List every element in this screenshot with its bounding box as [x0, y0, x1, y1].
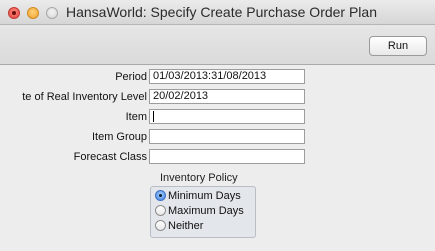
text-cursor [153, 110, 154, 122]
window: HansaWorld: Specify Create Purchase Orde… [0, 0, 435, 251]
radio-label: Minimum Days [168, 190, 241, 202]
real-inventory-date-field[interactable]: 20/02/2013 [149, 89, 305, 104]
inventory-policy-title: Inventory Policy [160, 172, 238, 184]
window-title: HansaWorld: Specify Create Purchase Orde… [66, 4, 377, 20]
period-field[interactable]: 01/03/2013:31/08/2013 [149, 69, 305, 84]
toolbar: Run [0, 25, 435, 65]
item-group-label: Item Group [91, 131, 147, 143]
forecast-class-field[interactable] [149, 149, 305, 164]
radio-minimum-days[interactable]: Minimum Days [155, 190, 241, 203]
radio-label: Maximum Days [168, 205, 244, 217]
title-bar[interactable]: HansaWorld: Specify Create Purchase Orde… [0, 0, 435, 25]
close-window-icon[interactable] [8, 7, 20, 19]
item-label: Item [125, 111, 147, 123]
radio-neither[interactable]: Neither [155, 220, 203, 233]
item-field[interactable] [149, 109, 305, 124]
period-label: Period [115, 71, 147, 83]
radio-label: Neither [168, 220, 204, 232]
zoom-window-icon[interactable] [46, 7, 58, 19]
radio-unselected-icon[interactable] [155, 205, 166, 216]
radio-maximum-days[interactable]: Maximum Days [155, 205, 244, 218]
real-inventory-date-label: te of Real Inventory Level [22, 91, 147, 103]
inventory-policy-group: Minimum Days Maximum Days Neither [150, 186, 256, 238]
radio-selected-icon[interactable] [155, 190, 166, 201]
minimize-window-icon[interactable] [27, 7, 39, 19]
forecast-class-label: Forecast Class [73, 151, 147, 163]
form-panel: Period 01/03/2013:31/08/2013 te of Real … [0, 65, 435, 251]
item-group-field[interactable] [149, 129, 305, 144]
run-button[interactable]: Run [369, 36, 427, 56]
radio-unselected-icon[interactable] [155, 220, 166, 231]
